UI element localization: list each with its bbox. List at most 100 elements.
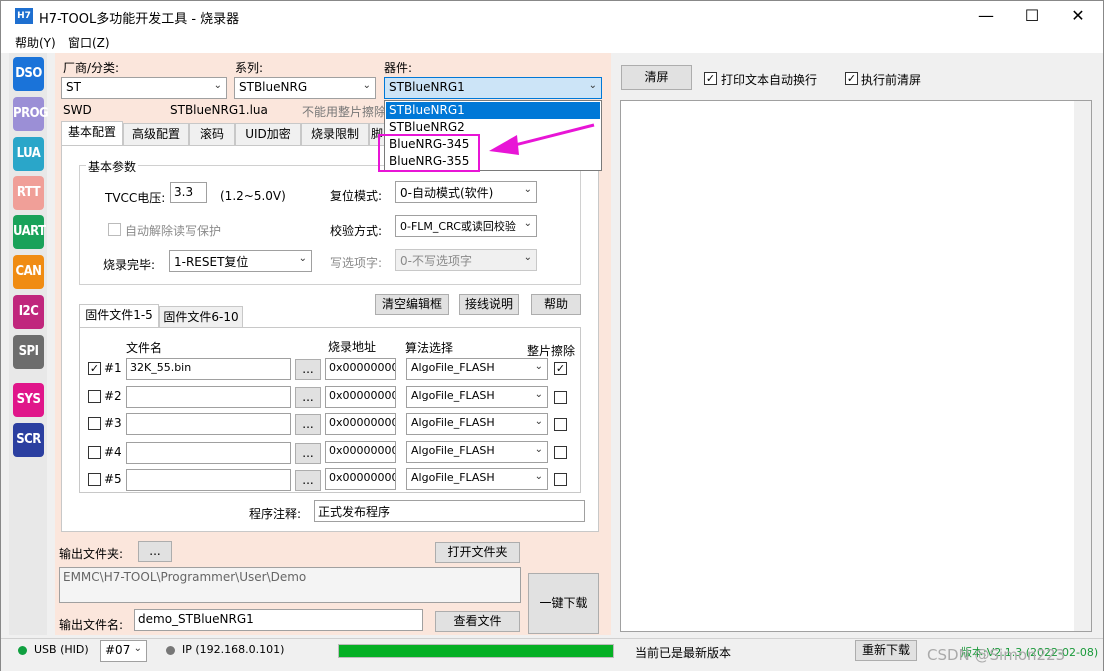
row-enable-checkbox[interactable]: [88, 390, 101, 403]
clear-screen-button[interactable]: 清屏: [621, 65, 692, 90]
file-name-input[interactable]: [126, 469, 291, 491]
annotation-arrow-icon: [489, 123, 595, 155]
chip-erase-checkbox[interactable]: [554, 391, 567, 404]
group-title: 基本参数: [86, 158, 139, 175]
address-input[interactable]: 0x00000000: [325, 468, 396, 490]
tab-rolling-code[interactable]: 滚码: [189, 123, 235, 145]
algorithm-select[interactable]: AlgoFile_FLASH ⌄: [406, 413, 548, 435]
chip-erase-checkbox[interactable]: [554, 473, 567, 486]
algorithm-select[interactable]: AlgoFile_FLASH ⌄: [406, 386, 548, 408]
one-key-download-button[interactable]: 一键下载: [528, 573, 599, 634]
file-name-input[interactable]: [126, 442, 291, 464]
open-folder-button[interactable]: 打开文件夹: [435, 542, 520, 563]
view-file-button[interactable]: 查看文件: [435, 611, 520, 632]
chevron-down-icon: ⌄: [534, 444, 543, 455]
col-algorithm: 算法选择: [405, 341, 454, 355]
sidebar-item-lua[interactable]: LUA: [13, 137, 44, 171]
watermark-text: CSDN @Simon223: [927, 646, 1066, 664]
output-folder-label: 输出文件夹:: [59, 547, 124, 561]
sidebar-item-dso[interactable]: DSO: [13, 57, 44, 91]
dropdown-option[interactable]: STBlueNRG1: [386, 102, 600, 119]
chip-erase-checkbox[interactable]: [554, 418, 567, 431]
redownload-button[interactable]: 重新下载: [855, 640, 917, 661]
row-enable-checkbox[interactable]: ✓: [88, 362, 101, 375]
tab-advanced-config[interactable]: 高级配置: [123, 123, 189, 145]
app-window: H7 H7-TOOL多功能开发工具 - 烧录器 — ☐ ✕ 帮助(Y) 窗口(Z…: [0, 0, 1104, 671]
help-button[interactable]: 帮助: [531, 294, 581, 315]
clear-edit-button[interactable]: 清空编辑框: [375, 294, 449, 315]
verify-mode-select[interactable]: 0-FLM_CRC或读回校验 ⌄: [395, 215, 537, 237]
address-input[interactable]: 0x00000000: [325, 441, 396, 463]
auto-unlock-checkbox[interactable]: [108, 223, 121, 236]
browse-file-button[interactable]: ...: [295, 359, 321, 380]
comment-input[interactable]: 正式发布程序: [314, 500, 585, 522]
row-id: #3: [104, 416, 122, 430]
chevron-down-icon: ⌄: [534, 416, 543, 427]
chevron-down-icon: ⌄: [588, 80, 597, 91]
output-folder-path[interactable]: EMMC\H7-TOOL\Programmer\User\Demo: [59, 567, 521, 603]
algorithm-select[interactable]: AlgoFile_FLASH ⌄: [406, 468, 548, 490]
file-name-input[interactable]: [126, 386, 291, 408]
sidebar-item-rtt[interactable]: RTT: [13, 176, 44, 210]
sidebar-item-prog[interactable]: PROG: [13, 97, 49, 131]
auto-wrap-label: 打印文本自动换行: [721, 73, 818, 87]
sidebar-item-can[interactable]: CAN: [13, 255, 44, 289]
tab-program-limit[interactable]: 烧录限制: [301, 123, 369, 145]
chip-erase-checkbox[interactable]: ✓: [554, 362, 567, 375]
row-enable-checkbox[interactable]: [88, 417, 101, 430]
menu-help[interactable]: 帮助(Y): [15, 34, 56, 51]
browse-file-button[interactable]: ...: [295, 387, 321, 408]
wiring-help-button[interactable]: 接线说明: [459, 294, 519, 315]
sidebar-item-sys[interactable]: SYS: [13, 383, 44, 417]
file-name-input[interactable]: 32K_55.bin: [126, 358, 291, 380]
tab-basic-config[interactable]: 基本配置: [61, 121, 123, 145]
reset-mode-select[interactable]: 0-自动模式(软件) ⌄: [395, 181, 537, 203]
sidebar-item-i2c[interactable]: I2C: [13, 295, 44, 329]
log-scrollbar[interactable]: [1074, 101, 1091, 631]
output-file-input[interactable]: demo_STBlueNRG1: [134, 609, 423, 631]
tvcc-input[interactable]: 3.3: [170, 182, 207, 203]
chip-erase-checkbox[interactable]: [554, 446, 567, 459]
close-button[interactable]: ✕: [1055, 1, 1101, 31]
row-id: #1: [104, 361, 122, 375]
option-byte-label: 写选项字:: [330, 256, 383, 270]
window-title: H7-TOOL多功能开发工具 - 烧录器: [39, 12, 240, 27]
maximize-button[interactable]: ☐: [1009, 1, 1055, 31]
chevron-down-icon: ⌄: [362, 80, 371, 91]
address-input[interactable]: 0x00000000: [325, 413, 396, 435]
done-action-select[interactable]: 1-RESET复位 ⌄: [169, 250, 312, 272]
chevron-down-icon: ⌄: [534, 361, 543, 372]
row-enable-checkbox[interactable]: [88, 446, 101, 459]
series-select[interactable]: STBlueNRG ⌄: [234, 77, 376, 99]
tab-firmware-6-10[interactable]: 固件文件6-10: [159, 306, 243, 328]
algorithm-select[interactable]: AlgoFile_FLASH ⌄: [406, 358, 548, 380]
menu-window[interactable]: 窗口(Z): [68, 34, 110, 51]
ip-status-text: IP (192.168.0.101): [182, 643, 285, 656]
vendor-select[interactable]: ST ⌄: [61, 77, 227, 99]
row-enable-checkbox[interactable]: [88, 473, 101, 486]
address-input[interactable]: 0x00000000: [325, 386, 396, 408]
browse-file-button[interactable]: ...: [295, 470, 321, 491]
sidebar-item-scr[interactable]: SCR: [13, 423, 44, 457]
browse-output-button[interactable]: ...: [138, 541, 172, 562]
file-name-input[interactable]: [126, 413, 291, 435]
clear-before-run-checkbox[interactable]: ✓: [845, 72, 858, 85]
algorithm-select[interactable]: AlgoFile_FLASH ⌄: [406, 441, 548, 463]
browse-file-button[interactable]: ...: [295, 443, 321, 464]
auto-wrap-checkbox[interactable]: ✓: [704, 72, 717, 85]
address-input[interactable]: 0x00000000: [325, 358, 396, 380]
option-byte-select[interactable]: 0-不写选项字 ⌄: [395, 249, 537, 271]
log-output[interactable]: [620, 100, 1092, 632]
minimize-button[interactable]: —: [963, 1, 1009, 31]
port-select[interactable]: #07 ⌄: [100, 640, 147, 662]
vendor-label: 厂商/分类:: [63, 61, 120, 75]
browse-file-button[interactable]: ...: [295, 414, 321, 435]
sidebar-item-uart[interactable]: UART: [13, 215, 46, 249]
chevron-down-icon: ⌄: [534, 389, 543, 400]
chevron-down-icon: ⌄: [523, 184, 532, 195]
device-select[interactable]: STBlueNRG1 ⌄: [384, 77, 602, 99]
tab-uid-encrypt[interactable]: UID加密: [235, 123, 301, 145]
tab-firmware-1-5[interactable]: 固件文件1-5: [79, 304, 159, 328]
comment-label: 程序注释:: [249, 507, 302, 521]
sidebar-item-spi[interactable]: SPI: [13, 335, 44, 369]
